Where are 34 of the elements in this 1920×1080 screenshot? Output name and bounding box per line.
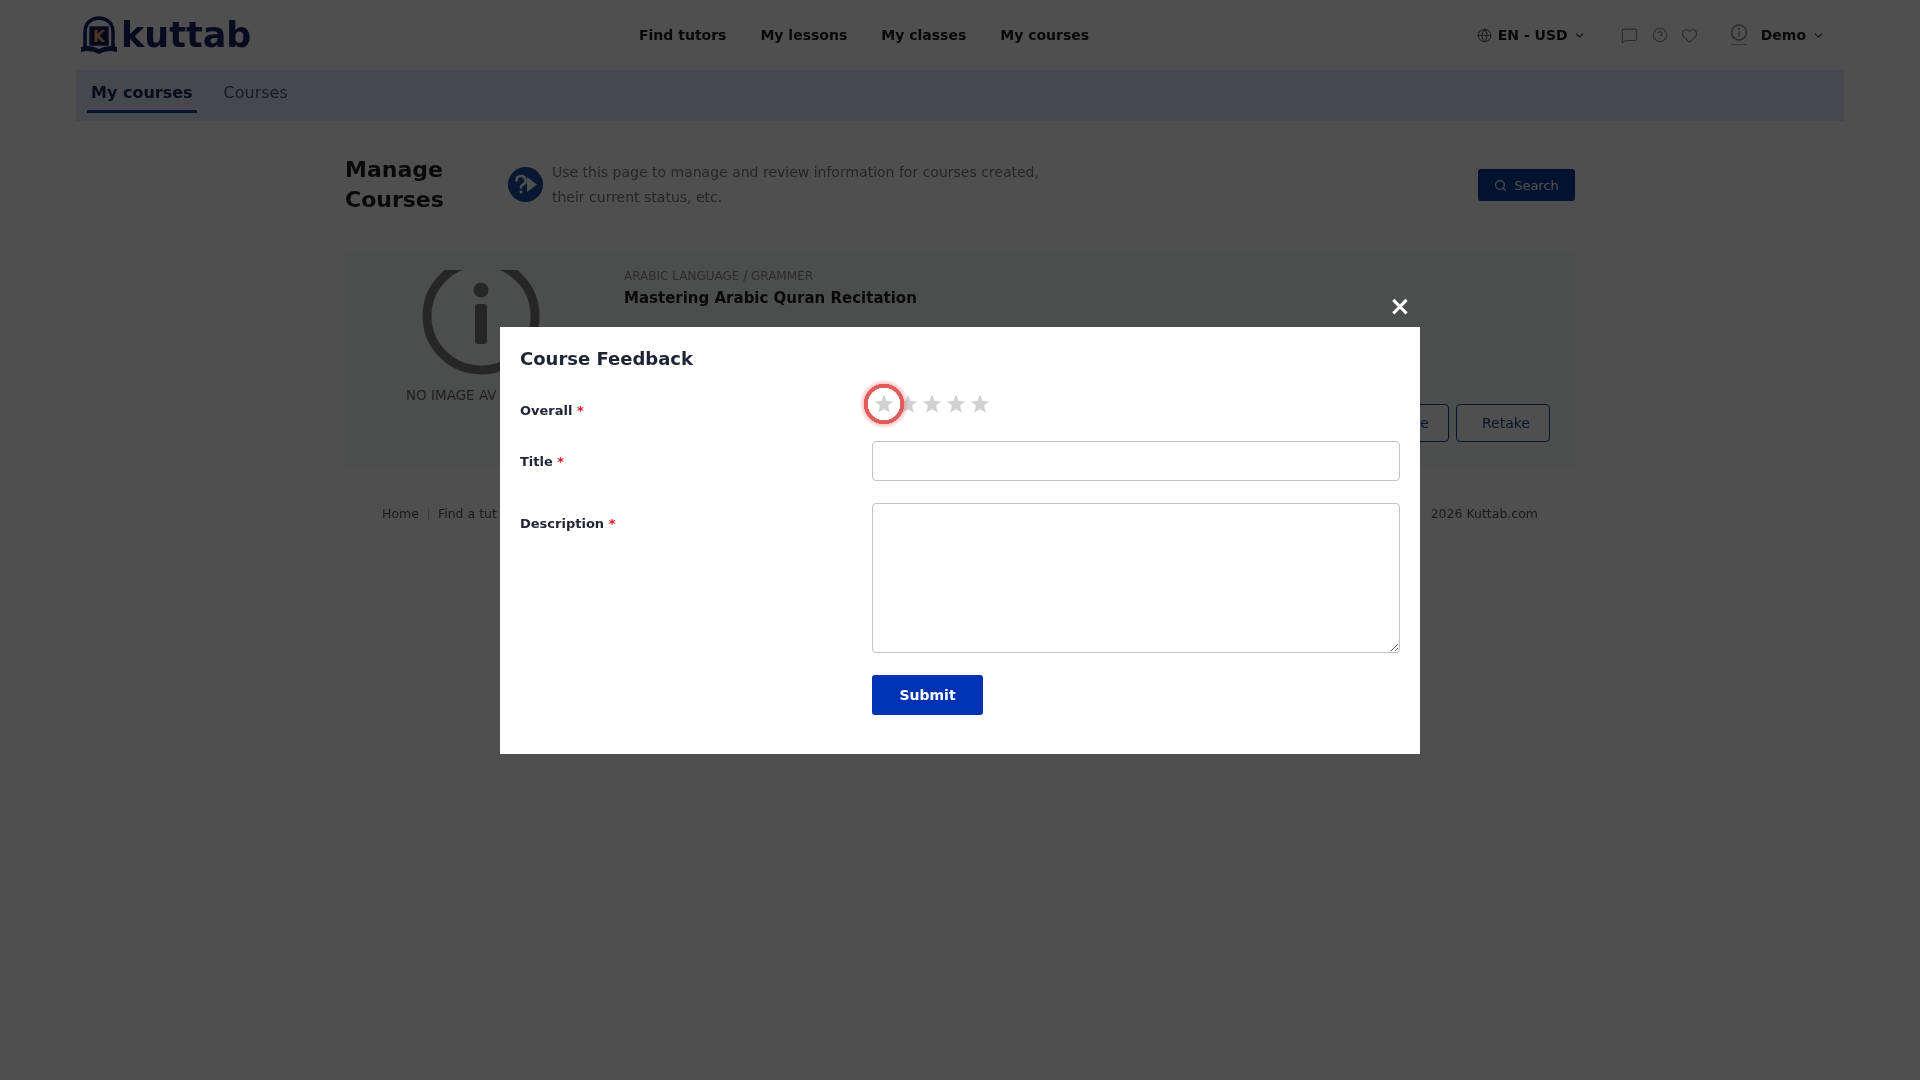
nav-link[interactable]: My lessons — [760, 25, 848, 45]
course-title: Mastering Arabic Quran Recitation — [624, 288, 917, 308]
submit-button[interactable]: Submit — [872, 675, 983, 715]
search-icon — [1494, 178, 1508, 192]
locale-selector[interactable]: EN - USD — [1476, 25, 1586, 45]
info-icon[interactable] — [1729, 24, 1748, 46]
text-input[interactable] — [872, 441, 1400, 481]
textarea-field[interactable] — [872, 503, 1400, 653]
logo-letter: K — [93, 27, 105, 46]
help-icon[interactable] — [1651, 27, 1668, 43]
action-button[interactable]: Retake — [1456, 404, 1550, 442]
heart-icon[interactable] — [1680, 26, 1698, 44]
nav-link[interactable]: My courses — [1000, 25, 1090, 45]
search-button[interactable]: Search — [1478, 169, 1575, 201]
field-label: Title * — [520, 454, 565, 470]
tab[interactable]: My courses — [87, 72, 197, 113]
close-button[interactable]: × — [1388, 292, 1412, 320]
nav-link[interactable]: My classes — [881, 25, 967, 45]
field-label: Overall * — [520, 403, 584, 419]
star-icon[interactable] — [970, 394, 990, 414]
help-video-icon[interactable] — [508, 167, 543, 202]
nav-link[interactable]: Find tutors — [639, 25, 727, 45]
star-icon[interactable] — [898, 394, 918, 414]
logo-icon — [81, 16, 117, 54]
star-icon[interactable] — [874, 394, 894, 414]
modal-title: Course Feedback — [520, 347, 694, 371]
field-label: Description * — [520, 516, 616, 532]
page-heading: Manage Courses — [345, 156, 445, 214]
user-menu[interactable]: Demo — [1760, 25, 1825, 45]
star-icon[interactable] — [946, 394, 966, 414]
star-icon[interactable] — [922, 394, 942, 414]
logo-text: kuttab — [121, 17, 252, 53]
chat-icon[interactable] — [1620, 26, 1638, 44]
globe-icon — [1476, 27, 1492, 43]
